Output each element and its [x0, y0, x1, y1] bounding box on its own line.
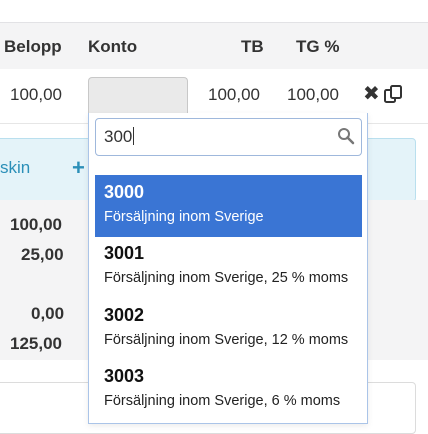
sum-value: 100,00 — [10, 215, 62, 234]
option-description: Försäljning inom Sverige — [104, 209, 264, 225]
option-code: 3003 — [104, 366, 145, 386]
row-belopp[interactable]: 100,00 — [10, 85, 62, 105]
info-link[interactable]: skin — [0, 158, 30, 178]
x-icon[interactable]: ✖ — [363, 84, 380, 104]
search-input[interactable]: 300 — [95, 118, 362, 156]
add-button[interactable]: + — [72, 155, 85, 181]
dropdown-option-3002[interactable]: 3002 Försäljning inom Sverige, 12 % moms — [95, 298, 362, 360]
sum-value: 125,00 — [10, 334, 62, 353]
option-code: 3001 — [104, 243, 145, 263]
sum-value: 0,00 — [31, 304, 65, 323]
top-band — [0, 0, 428, 22]
option-code: 3002 — [104, 305, 145, 325]
dropdown-option-3003[interactable]: 3003 Försäljning inom Sverige, 6 % moms — [95, 359, 362, 421]
search-value: 300 — [104, 127, 133, 146]
header-konto: Konto — [88, 37, 138, 56]
option-description: Försäljning inom Sverige, 6 % moms — [104, 393, 341, 409]
dropdown-option-3000[interactable]: 3000 Försäljning inom Sverige — [95, 175, 362, 237]
option-description: Försäljning inom Sverige, 25 % moms — [104, 270, 349, 286]
table-header: Belopp Konto TB TG % — [0, 22, 428, 70]
option-code: 3000 — [104, 182, 145, 202]
dropdown-option-3001[interactable]: 3001 Försäljning inom Sverige, 25 % moms — [95, 236, 362, 298]
row-tb: 100,00 — [208, 85, 260, 104]
sum-value: 25,00 — [21, 245, 64, 264]
konto-field[interactable] — [88, 77, 188, 118]
text-caret — [133, 127, 135, 145]
header-belopp: Belopp — [4, 37, 62, 56]
row-tg: 100,00 — [287, 85, 339, 104]
search-icon — [338, 128, 355, 145]
copy-icon[interactable] — [383, 84, 403, 104]
header-tg: TG % — [296, 37, 340, 56]
option-description: Försäljning inom Sverige, 12 % moms — [104, 332, 349, 348]
header-tb: TB — [241, 37, 264, 56]
